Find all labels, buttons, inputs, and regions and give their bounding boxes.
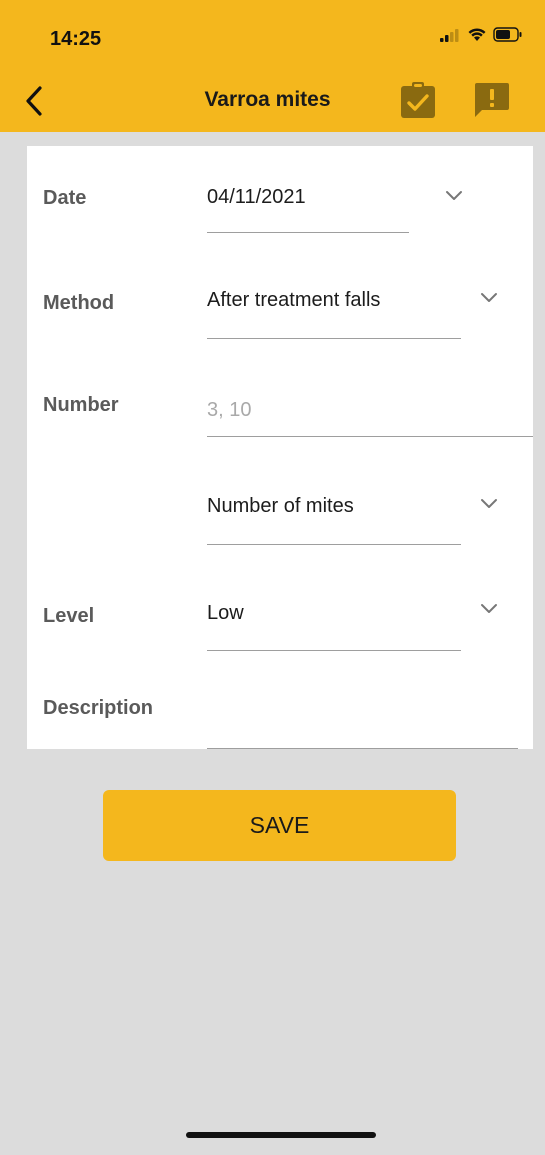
number-underline [207, 436, 533, 437]
date-label: Date [43, 187, 87, 209]
date-dropdown-chevron-icon[interactable] [445, 190, 463, 202]
report-alert-icon [475, 83, 509, 117]
method-dropdown-chevron-icon[interactable] [480, 292, 498, 304]
number-placeholder: 3, 10 [207, 399, 252, 421]
number-unit-underline [207, 544, 461, 545]
navigation-bar: Varroa mites [0, 70, 545, 132]
level-dropdown-chevron-icon[interactable] [480, 603, 498, 615]
number-label: Number [43, 394, 119, 416]
number-input[interactable]: 3, 10 [207, 399, 533, 437]
system-icons [439, 27, 523, 42]
number-unit-select[interactable]: Number of mites [207, 495, 461, 545]
home-indicator [186, 1132, 376, 1138]
method-value: After treatment falls [207, 289, 381, 311]
level-value: Low [207, 602, 244, 624]
method-select[interactable]: After treatment falls [207, 289, 461, 339]
wifi-icon [468, 28, 486, 41]
status-bar: 14:25 [0, 0, 545, 70]
date-value: 04/11/2021 [207, 186, 306, 208]
clipboard-check-icon [401, 82, 435, 118]
page-title: Varroa mites [204, 88, 331, 111]
level-select[interactable]: Low [207, 602, 461, 651]
level-label: Level [43, 605, 95, 627]
date-underline [207, 232, 409, 233]
complete-button[interactable] [398, 80, 438, 120]
save-button[interactable]: SAVE [103, 790, 456, 861]
save-button-label: SAVE [249, 812, 310, 838]
date-field[interactable]: 04/11/2021 [207, 186, 409, 233]
description-input[interactable] [207, 706, 518, 749]
description-underline [207, 748, 518, 749]
report-button[interactable] [472, 80, 512, 120]
status-time: 14:25 [50, 28, 102, 50]
method-label: Method [43, 292, 115, 314]
mite-form-card: Date 04/11/2021 Method After treatment f… [27, 146, 533, 749]
method-underline [207, 338, 461, 339]
signal-icon [440, 28, 459, 42]
description-label: Description [43, 697, 154, 719]
level-underline [207, 650, 461, 651]
number-unit-dropdown-chevron-icon[interactable] [480, 498, 498, 510]
number-unit-value: Number of mites [207, 495, 354, 517]
battery-icon [493, 27, 522, 42]
